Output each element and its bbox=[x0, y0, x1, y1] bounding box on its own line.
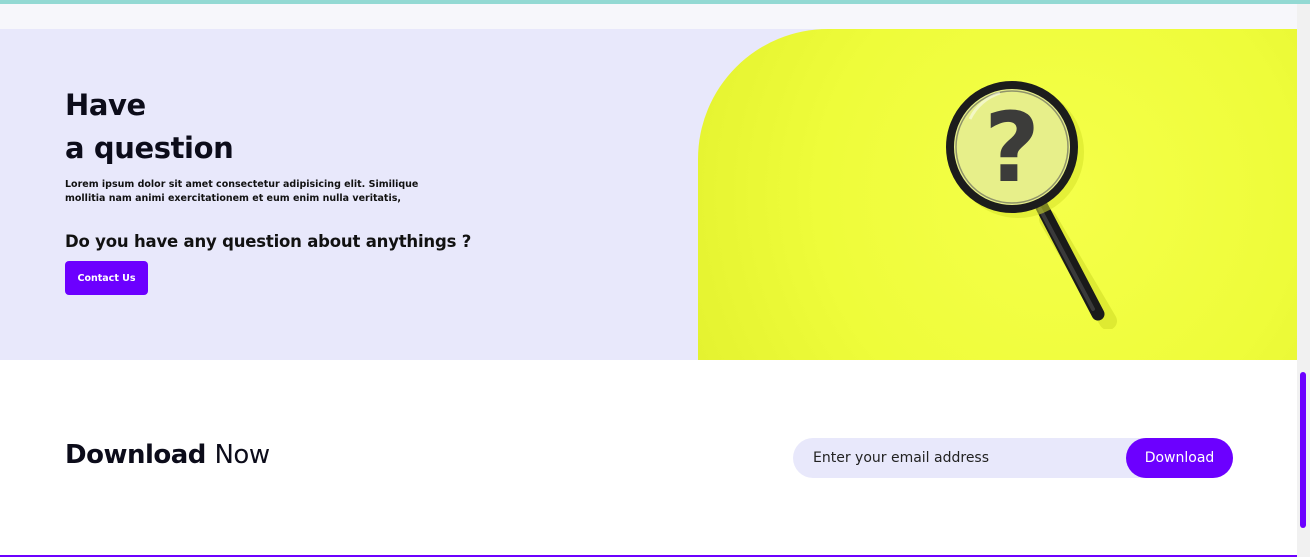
question-title-line1: Have bbox=[65, 88, 146, 122]
email-input[interactable] bbox=[793, 438, 1123, 478]
question-content: Have a question Lorem ipsum dolor sit am… bbox=[65, 84, 472, 295]
scrollbar-thumb[interactable] bbox=[1300, 372, 1306, 528]
download-title-bold: Download bbox=[65, 440, 206, 470]
question-subheading: Do you have any question about anythings… bbox=[65, 232, 472, 251]
magnifying-glass-question-icon: ? bbox=[946, 81, 1117, 329]
download-title-light: Now bbox=[214, 440, 270, 470]
question-title-line2: a question bbox=[65, 131, 234, 165]
top-strip bbox=[0, 4, 1297, 29]
download-title: Download Now bbox=[65, 440, 270, 470]
svg-text:?: ? bbox=[984, 92, 1040, 204]
question-title: Have a question bbox=[65, 84, 445, 170]
question-description: Lorem ipsum dolor sit amet consectetur a… bbox=[65, 179, 419, 204]
scrollbar[interactable] bbox=[1297, 4, 1310, 557]
question-image-panel: ? bbox=[698, 29, 1297, 360]
download-form: Download bbox=[793, 438, 1233, 478]
download-section: Download Now Download bbox=[0, 360, 1297, 555]
download-button[interactable]: Download bbox=[1126, 438, 1233, 478]
question-section: Have a question Lorem ipsum dolor sit am… bbox=[0, 29, 1297, 360]
contact-us-button[interactable]: Contact Us bbox=[65, 261, 148, 295]
